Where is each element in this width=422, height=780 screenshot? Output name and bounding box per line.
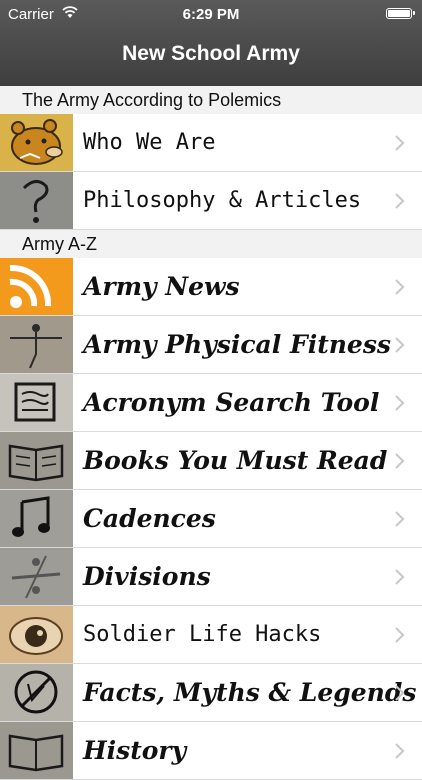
rss-icon <box>0 258 73 315</box>
list-item-army-news[interactable]: Army News <box>0 258 422 316</box>
list-item-label: Army Physical Fitness <box>83 330 391 359</box>
chevron-right-icon <box>395 279 405 295</box>
list-item-label: Who We Are <box>83 130 216 155</box>
chevron-right-icon <box>395 569 405 585</box>
list-item-label: Philosophy & Articles <box>83 188 362 213</box>
list-item-physical-fitness[interactable]: Army Physical Fitness <box>0 316 422 374</box>
book-icon <box>0 432 73 489</box>
chevron-right-icon <box>395 743 405 759</box>
document-icon <box>0 374 73 431</box>
chevron-right-icon <box>395 337 405 353</box>
no-symbol-icon <box>0 664 73 721</box>
chevron-right-icon <box>395 395 405 411</box>
page-title: New School Army <box>122 42 300 65</box>
list-item-philosophy[interactable]: Philosophy & Articles <box>0 172 422 230</box>
question-mark-icon <box>0 172 73 229</box>
status-bar: Carrier 6:29 PM <box>0 0 422 30</box>
stick-figure-icon <box>0 316 73 373</box>
list-item-label: Army News <box>83 272 240 301</box>
chevron-right-icon <box>395 685 405 701</box>
battery-icon <box>386 8 415 19</box>
chevron-right-icon <box>395 193 405 209</box>
chevron-right-icon <box>395 511 405 527</box>
list-item-acronym-search[interactable]: Acronym Search Tool <box>0 374 422 432</box>
list-item-label: History <box>83 736 187 765</box>
list-item-label: Divisions <box>83 562 211 591</box>
list-item-life-hacks[interactable]: Soldier Life Hacks <box>0 606 422 664</box>
divide-icon <box>0 548 73 605</box>
chevron-right-icon <box>395 627 405 643</box>
section-header-army-a-z: Army A-Z <box>0 230 422 258</box>
chevron-right-icon <box>395 135 405 151</box>
section-header-polemics: The Army According to Polemics <box>0 86 422 114</box>
book-icon <box>0 722 73 779</box>
chevron-right-icon <box>395 453 405 469</box>
music-note-icon <box>0 490 73 547</box>
list-item-label: Soldier Life Hacks <box>83 622 322 647</box>
list-item-label: Cadences <box>83 504 216 533</box>
list-item-cadences[interactable]: Cadences <box>0 490 422 548</box>
eye-icon <box>0 606 73 663</box>
clock: 6:29 PM <box>182 6 240 23</box>
list-item-divisions[interactable]: Divisions <box>0 548 422 606</box>
list-item-facts-myths[interactable]: Facts, Myths & Legends <box>0 664 422 722</box>
list-item-label: Acronym Search Tool <box>83 388 380 417</box>
bear-icon <box>0 114 73 171</box>
list-item-label: Facts, Myths & Legends <box>83 678 417 707</box>
list-item-who-we-are[interactable]: Who We Are <box>0 114 422 172</box>
list-item-history[interactable]: History <box>0 722 422 780</box>
navigation-bar: Carrier 6:29 PM New School Army <box>0 0 422 86</box>
list-item-books[interactable]: Books You Must Read <box>0 432 422 490</box>
list-item-label: Books You Must Read <box>83 446 388 475</box>
